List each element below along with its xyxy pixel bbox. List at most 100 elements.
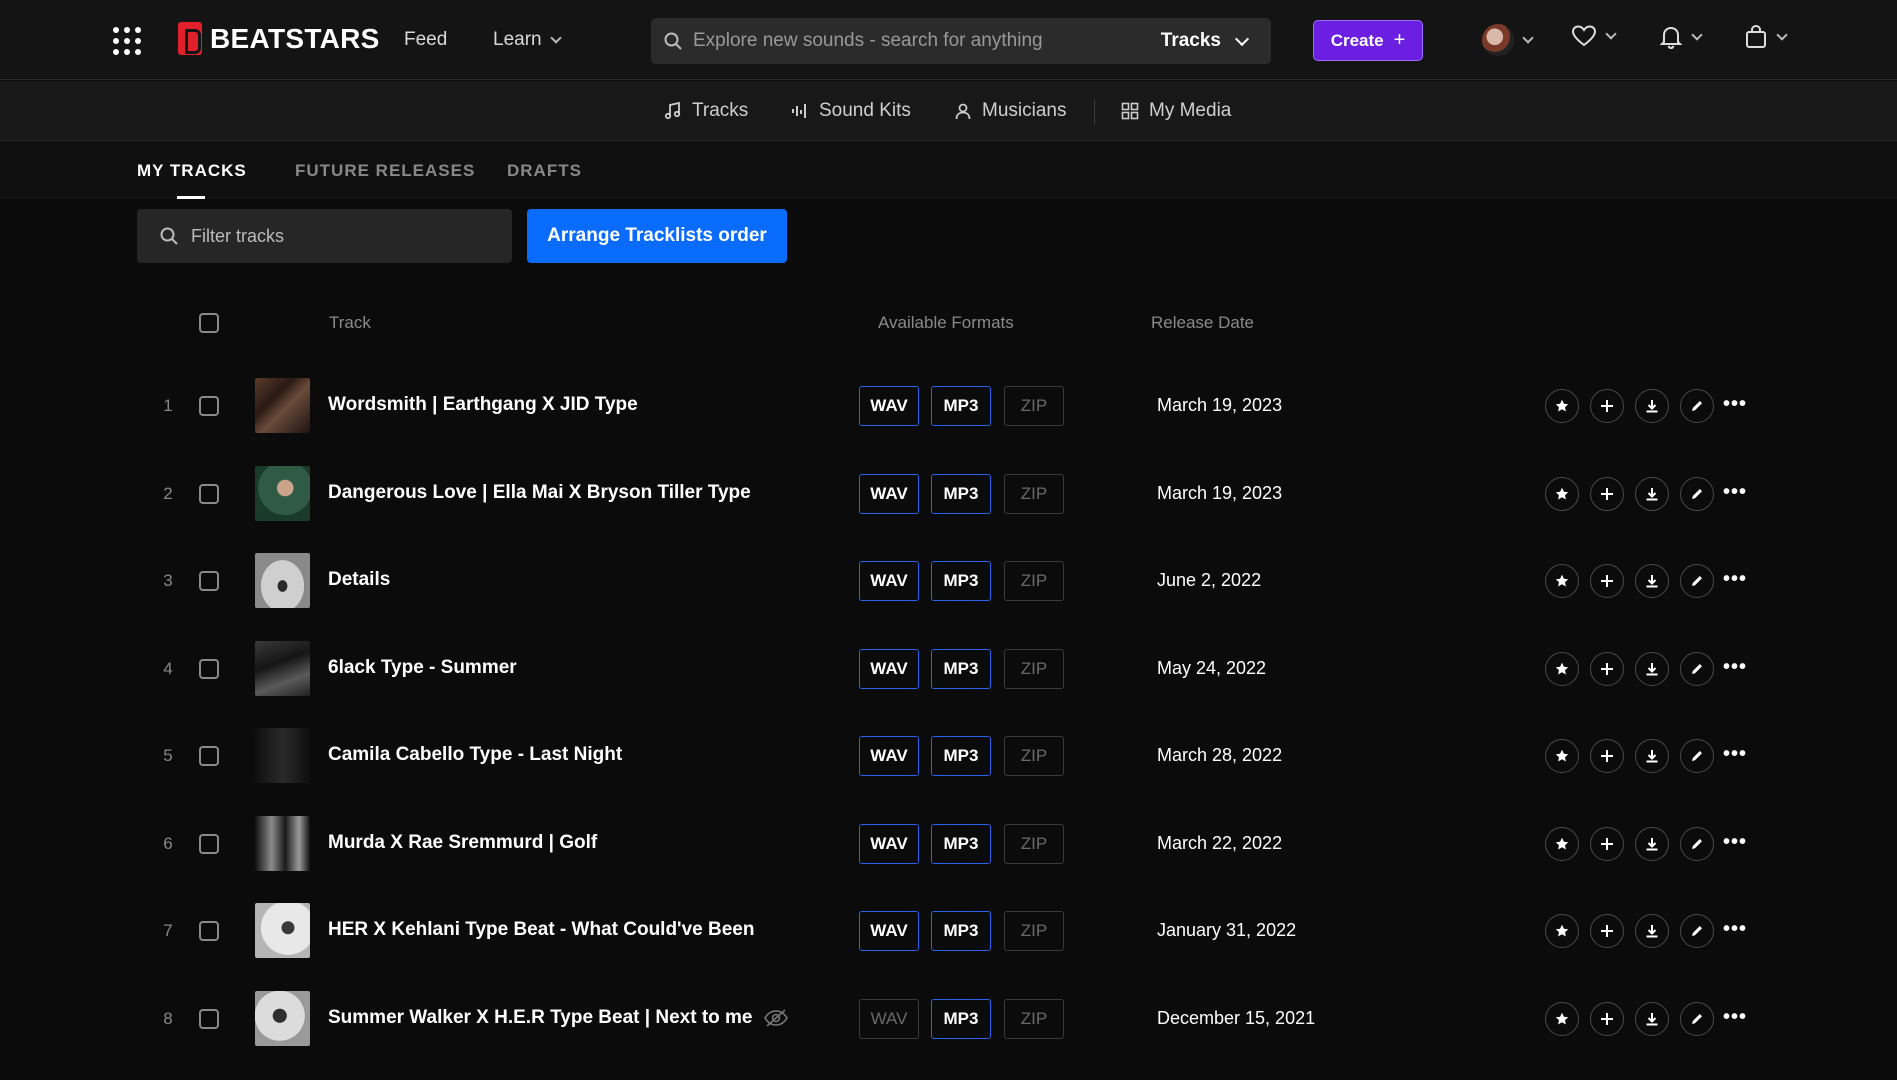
row-checkbox[interactable] bbox=[199, 1009, 219, 1029]
table-row[interactable]: 7 HER X Kehlani Type Beat - What Could've… bbox=[0, 887, 1897, 975]
tab-drafts[interactable]: DRAFTS bbox=[507, 161, 582, 181]
track-title[interactable]: Details bbox=[328, 569, 390, 591]
brand-logo[interactable]: BEATSTARS bbox=[178, 22, 380, 55]
format-badge-zip[interactable]: ZIP bbox=[1004, 999, 1064, 1039]
subnav-tracks[interactable]: Tracks bbox=[664, 100, 748, 122]
tab-future-releases[interactable]: FUTURE RELEASES bbox=[295, 161, 475, 181]
arrange-tracklists-button[interactable]: Arrange Tracklists order bbox=[527, 209, 787, 263]
row-checkbox[interactable] bbox=[199, 396, 219, 416]
download-button[interactable] bbox=[1635, 652, 1669, 686]
tab-my-tracks[interactable]: MY TRACKS bbox=[137, 161, 247, 181]
format-badge-mp3[interactable]: MP3 bbox=[931, 649, 991, 689]
format-badge-mp3[interactable]: MP3 bbox=[931, 824, 991, 864]
favorite-button[interactable] bbox=[1545, 652, 1579, 686]
nav-feed[interactable]: Feed bbox=[404, 29, 447, 51]
favorite-button[interactable] bbox=[1545, 389, 1579, 423]
format-badge-mp3[interactable]: MP3 bbox=[931, 736, 991, 776]
add-to-playlist-button[interactable] bbox=[1590, 652, 1624, 686]
track-artwork[interactable] bbox=[255, 553, 310, 608]
edit-button[interactable] bbox=[1680, 389, 1714, 423]
table-row[interactable]: 4 6lack Type - Summer WAV MP3 ZIP May 24, 202… bbox=[0, 625, 1897, 713]
favorite-button[interactable] bbox=[1545, 564, 1579, 598]
format-badge-wav[interactable]: WAV bbox=[859, 561, 919, 601]
apps-grid-icon[interactable] bbox=[113, 27, 141, 55]
format-badge-zip[interactable]: ZIP bbox=[1004, 824, 1064, 864]
format-badge-mp3[interactable]: MP3 bbox=[931, 911, 991, 951]
subnav-sound-kits[interactable]: Sound Kits bbox=[791, 100, 911, 122]
profile-menu[interactable] bbox=[1482, 24, 1534, 56]
track-title[interactable]: Murda X Rae Sremmurd | Golf bbox=[328, 832, 597, 854]
more-options-button[interactable]: ••• bbox=[1723, 393, 1747, 416]
favorite-button[interactable] bbox=[1545, 477, 1579, 511]
table-row[interactable]: 1 Wordsmith | Earthgang X JID Type WAV MP3 Z… bbox=[0, 362, 1897, 450]
subnav-musicians[interactable]: Musicians bbox=[954, 100, 1066, 122]
download-button[interactable] bbox=[1635, 827, 1669, 861]
row-checkbox[interactable] bbox=[199, 484, 219, 504]
download-button[interactable] bbox=[1635, 477, 1669, 511]
add-to-playlist-button[interactable] bbox=[1590, 564, 1624, 598]
more-options-button[interactable]: ••• bbox=[1723, 481, 1747, 504]
format-badge-mp3[interactable]: MP3 bbox=[931, 999, 991, 1039]
track-title[interactable]: HER X Kehlani Type Beat - What Could've … bbox=[328, 919, 754, 941]
format-badge-zip[interactable]: ZIP bbox=[1004, 736, 1064, 776]
more-options-button[interactable]: ••• bbox=[1723, 1006, 1747, 1029]
edit-button[interactable] bbox=[1680, 477, 1714, 511]
favorite-button[interactable] bbox=[1545, 739, 1579, 773]
format-badge-mp3[interactable]: MP3 bbox=[931, 474, 991, 514]
table-row[interactable]: 8 Summer Walker X H.E.R Type Beat | Next … bbox=[0, 975, 1897, 1063]
track-artwork[interactable] bbox=[255, 378, 310, 433]
edit-button[interactable] bbox=[1680, 827, 1714, 861]
more-options-button[interactable]: ••• bbox=[1723, 831, 1747, 854]
format-badge-wav[interactable]: WAV bbox=[859, 911, 919, 951]
track-artwork[interactable] bbox=[255, 816, 310, 871]
download-button[interactable] bbox=[1635, 389, 1669, 423]
add-to-playlist-button[interactable] bbox=[1590, 477, 1624, 511]
row-checkbox[interactable] bbox=[199, 921, 219, 941]
add-to-playlist-button[interactable] bbox=[1590, 1002, 1624, 1036]
more-options-button[interactable]: ••• bbox=[1723, 656, 1747, 679]
add-to-playlist-button[interactable] bbox=[1590, 739, 1624, 773]
track-title[interactable]: Camila Cabello Type - Last Night bbox=[328, 744, 622, 766]
more-options-button[interactable]: ••• bbox=[1723, 918, 1747, 941]
format-badge-wav[interactable]: WAV bbox=[859, 999, 919, 1039]
format-badge-zip[interactable]: ZIP bbox=[1004, 911, 1064, 951]
track-title[interactable]: Dangerous Love | Ella Mai X Bryson Tille… bbox=[328, 482, 751, 504]
add-to-playlist-button[interactable] bbox=[1590, 389, 1624, 423]
table-row[interactable]: 3 Details WAV MP3 ZIP June 2, 2022 ••• bbox=[0, 537, 1897, 625]
select-all-checkbox[interactable] bbox=[199, 313, 219, 333]
track-title[interactable]: Wordsmith | Earthgang X JID Type bbox=[328, 394, 638, 416]
format-badge-mp3[interactable]: MP3 bbox=[931, 386, 991, 426]
format-badge-wav[interactable]: WAV bbox=[859, 736, 919, 776]
format-badge-zip[interactable]: ZIP bbox=[1004, 474, 1064, 514]
notifications-menu[interactable] bbox=[1659, 24, 1703, 50]
subnav-my-media[interactable]: My Media bbox=[1121, 100, 1231, 122]
nav-learn[interactable]: Learn bbox=[493, 29, 562, 51]
cart-menu[interactable] bbox=[1744, 24, 1788, 50]
more-options-button[interactable]: ••• bbox=[1723, 568, 1747, 591]
download-button[interactable] bbox=[1635, 914, 1669, 948]
filter-tracks-input[interactable] bbox=[191, 225, 491, 247]
search-scope-dropdown[interactable]: Tracks bbox=[1161, 30, 1250, 52]
edit-button[interactable] bbox=[1680, 1002, 1714, 1036]
edit-button[interactable] bbox=[1680, 564, 1714, 598]
favorites-menu[interactable] bbox=[1571, 24, 1617, 48]
row-checkbox[interactable] bbox=[199, 571, 219, 591]
format-badge-wav[interactable]: WAV bbox=[859, 386, 919, 426]
search-input[interactable] bbox=[693, 30, 1161, 52]
format-badge-mp3[interactable]: MP3 bbox=[931, 561, 991, 601]
track-artwork[interactable] bbox=[255, 903, 310, 958]
download-button[interactable] bbox=[1635, 1002, 1669, 1036]
favorite-button[interactable] bbox=[1545, 827, 1579, 861]
add-to-playlist-button[interactable] bbox=[1590, 827, 1624, 861]
track-title[interactable]: Summer Walker X H.E.R Type Beat | Next t… bbox=[328, 1007, 789, 1029]
format-badge-zip[interactable]: ZIP bbox=[1004, 649, 1064, 689]
more-options-button[interactable]: ••• bbox=[1723, 743, 1747, 766]
format-badge-zip[interactable]: ZIP bbox=[1004, 561, 1064, 601]
format-badge-wav[interactable]: WAV bbox=[859, 824, 919, 864]
track-artwork[interactable] bbox=[255, 728, 310, 783]
add-to-playlist-button[interactable] bbox=[1590, 914, 1624, 948]
table-row[interactable]: 5 Camila Cabello Type - Last Night WAV MP3 Z… bbox=[0, 712, 1897, 800]
row-checkbox[interactable] bbox=[199, 659, 219, 679]
track-title[interactable]: 6lack Type - Summer bbox=[328, 657, 517, 679]
favorite-button[interactable] bbox=[1545, 1002, 1579, 1036]
